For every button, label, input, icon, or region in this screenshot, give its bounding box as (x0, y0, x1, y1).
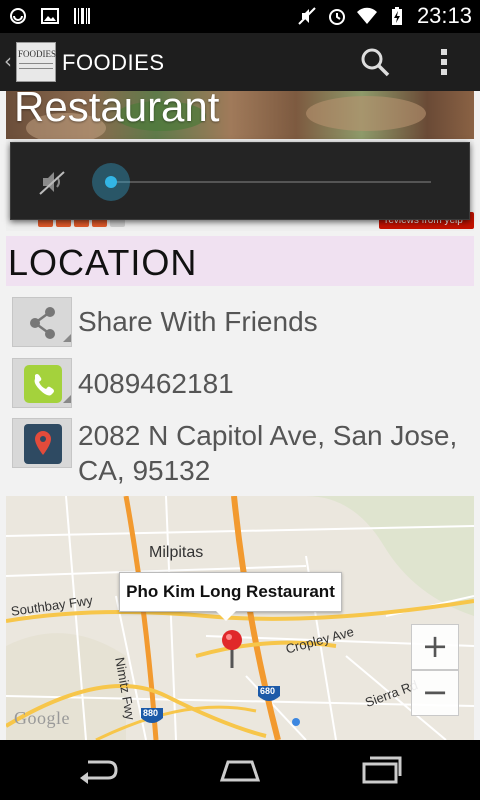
overflow-menu-icon[interactable] (436, 47, 452, 77)
marker-info-window[interactable]: Pho Kim Long Restaurant (119, 572, 342, 621)
mute-icon (298, 7, 316, 25)
navigation-bar (0, 740, 480, 800)
zoom-out-button[interactable]: − (411, 670, 459, 716)
share-label[interactable]: Share With Friends (78, 304, 318, 340)
battery-charging-icon (391, 7, 402, 25)
screen: 23:13 ‹ FOODIES FOODIES Restaurant revie… (0, 0, 480, 800)
call-button[interactable] (12, 358, 72, 408)
phone-row[interactable]: 4089462181 (12, 358, 474, 410)
action-bar: ‹ FOODIES FOODIES (0, 33, 480, 91)
app-notification-icon (10, 8, 26, 24)
hero-texture (306, 96, 426, 131)
phone-icon (24, 365, 71, 403)
app-logo-stripe (19, 63, 53, 69)
address-line-2[interactable]: CA, 95132 (78, 453, 210, 489)
back-icon[interactable] (74, 754, 122, 786)
share-row[interactable]: Share With Friends (12, 297, 474, 349)
volume-slider-thumb[interactable] (92, 163, 130, 201)
clock: 23:13 (416, 3, 472, 28)
share-button[interactable] (12, 297, 72, 347)
recent-apps-icon[interactable] (358, 754, 406, 786)
map-pin-icon (24, 424, 62, 464)
map-label-milpitas: Milpitas (149, 544, 204, 561)
interstate-680-label: 680 (260, 686, 276, 696)
restaurant-hero-image: Restaurant (6, 91, 474, 139)
directions-button[interactable] (12, 418, 72, 468)
location-section-header: LOCATION (6, 236, 474, 286)
barcode-notification-icon (74, 8, 90, 24)
home-icon[interactable] (216, 754, 264, 786)
alarm-icon (328, 9, 345, 25)
app-title: FOODIES (62, 50, 165, 75)
map-tiles (6, 496, 474, 740)
map-view[interactable]: Milpitas Southbay Fwy Nimitz Fwy Cropley… (6, 496, 474, 740)
interstate-880-label: 880 (143, 708, 159, 718)
address-line-1[interactable]: 2082 N Capitol Ave, San Jose, (78, 418, 457, 454)
restaurant-title: Restaurant (14, 91, 220, 130)
app-logo-text: FOODIES (18, 49, 57, 59)
volume-panel (10, 142, 470, 220)
share-icon (30, 307, 71, 342)
image-notification-icon (41, 8, 59, 24)
zoom-in-button[interactable]: + (411, 624, 459, 670)
address-row[interactable]: 2082 N Capitol Ave, San Jose, CA, 95132 (12, 418, 474, 494)
wifi-icon (356, 7, 377, 25)
app-logo[interactable]: FOODIES (16, 42, 56, 82)
phone-number[interactable]: 4089462181 (78, 366, 234, 402)
search-icon[interactable] (360, 47, 390, 77)
status-bar: 23:13 (0, 0, 480, 33)
up-caret-icon[interactable]: ‹ (4, 49, 12, 73)
map-marker-icon[interactable] (220, 630, 244, 670)
speaker-muted-icon[interactable] (37, 167, 67, 197)
location-header-label: LOCATION (8, 242, 198, 283)
google-attribution: Google (14, 708, 70, 728)
volume-slider-track[interactable] (111, 181, 431, 183)
